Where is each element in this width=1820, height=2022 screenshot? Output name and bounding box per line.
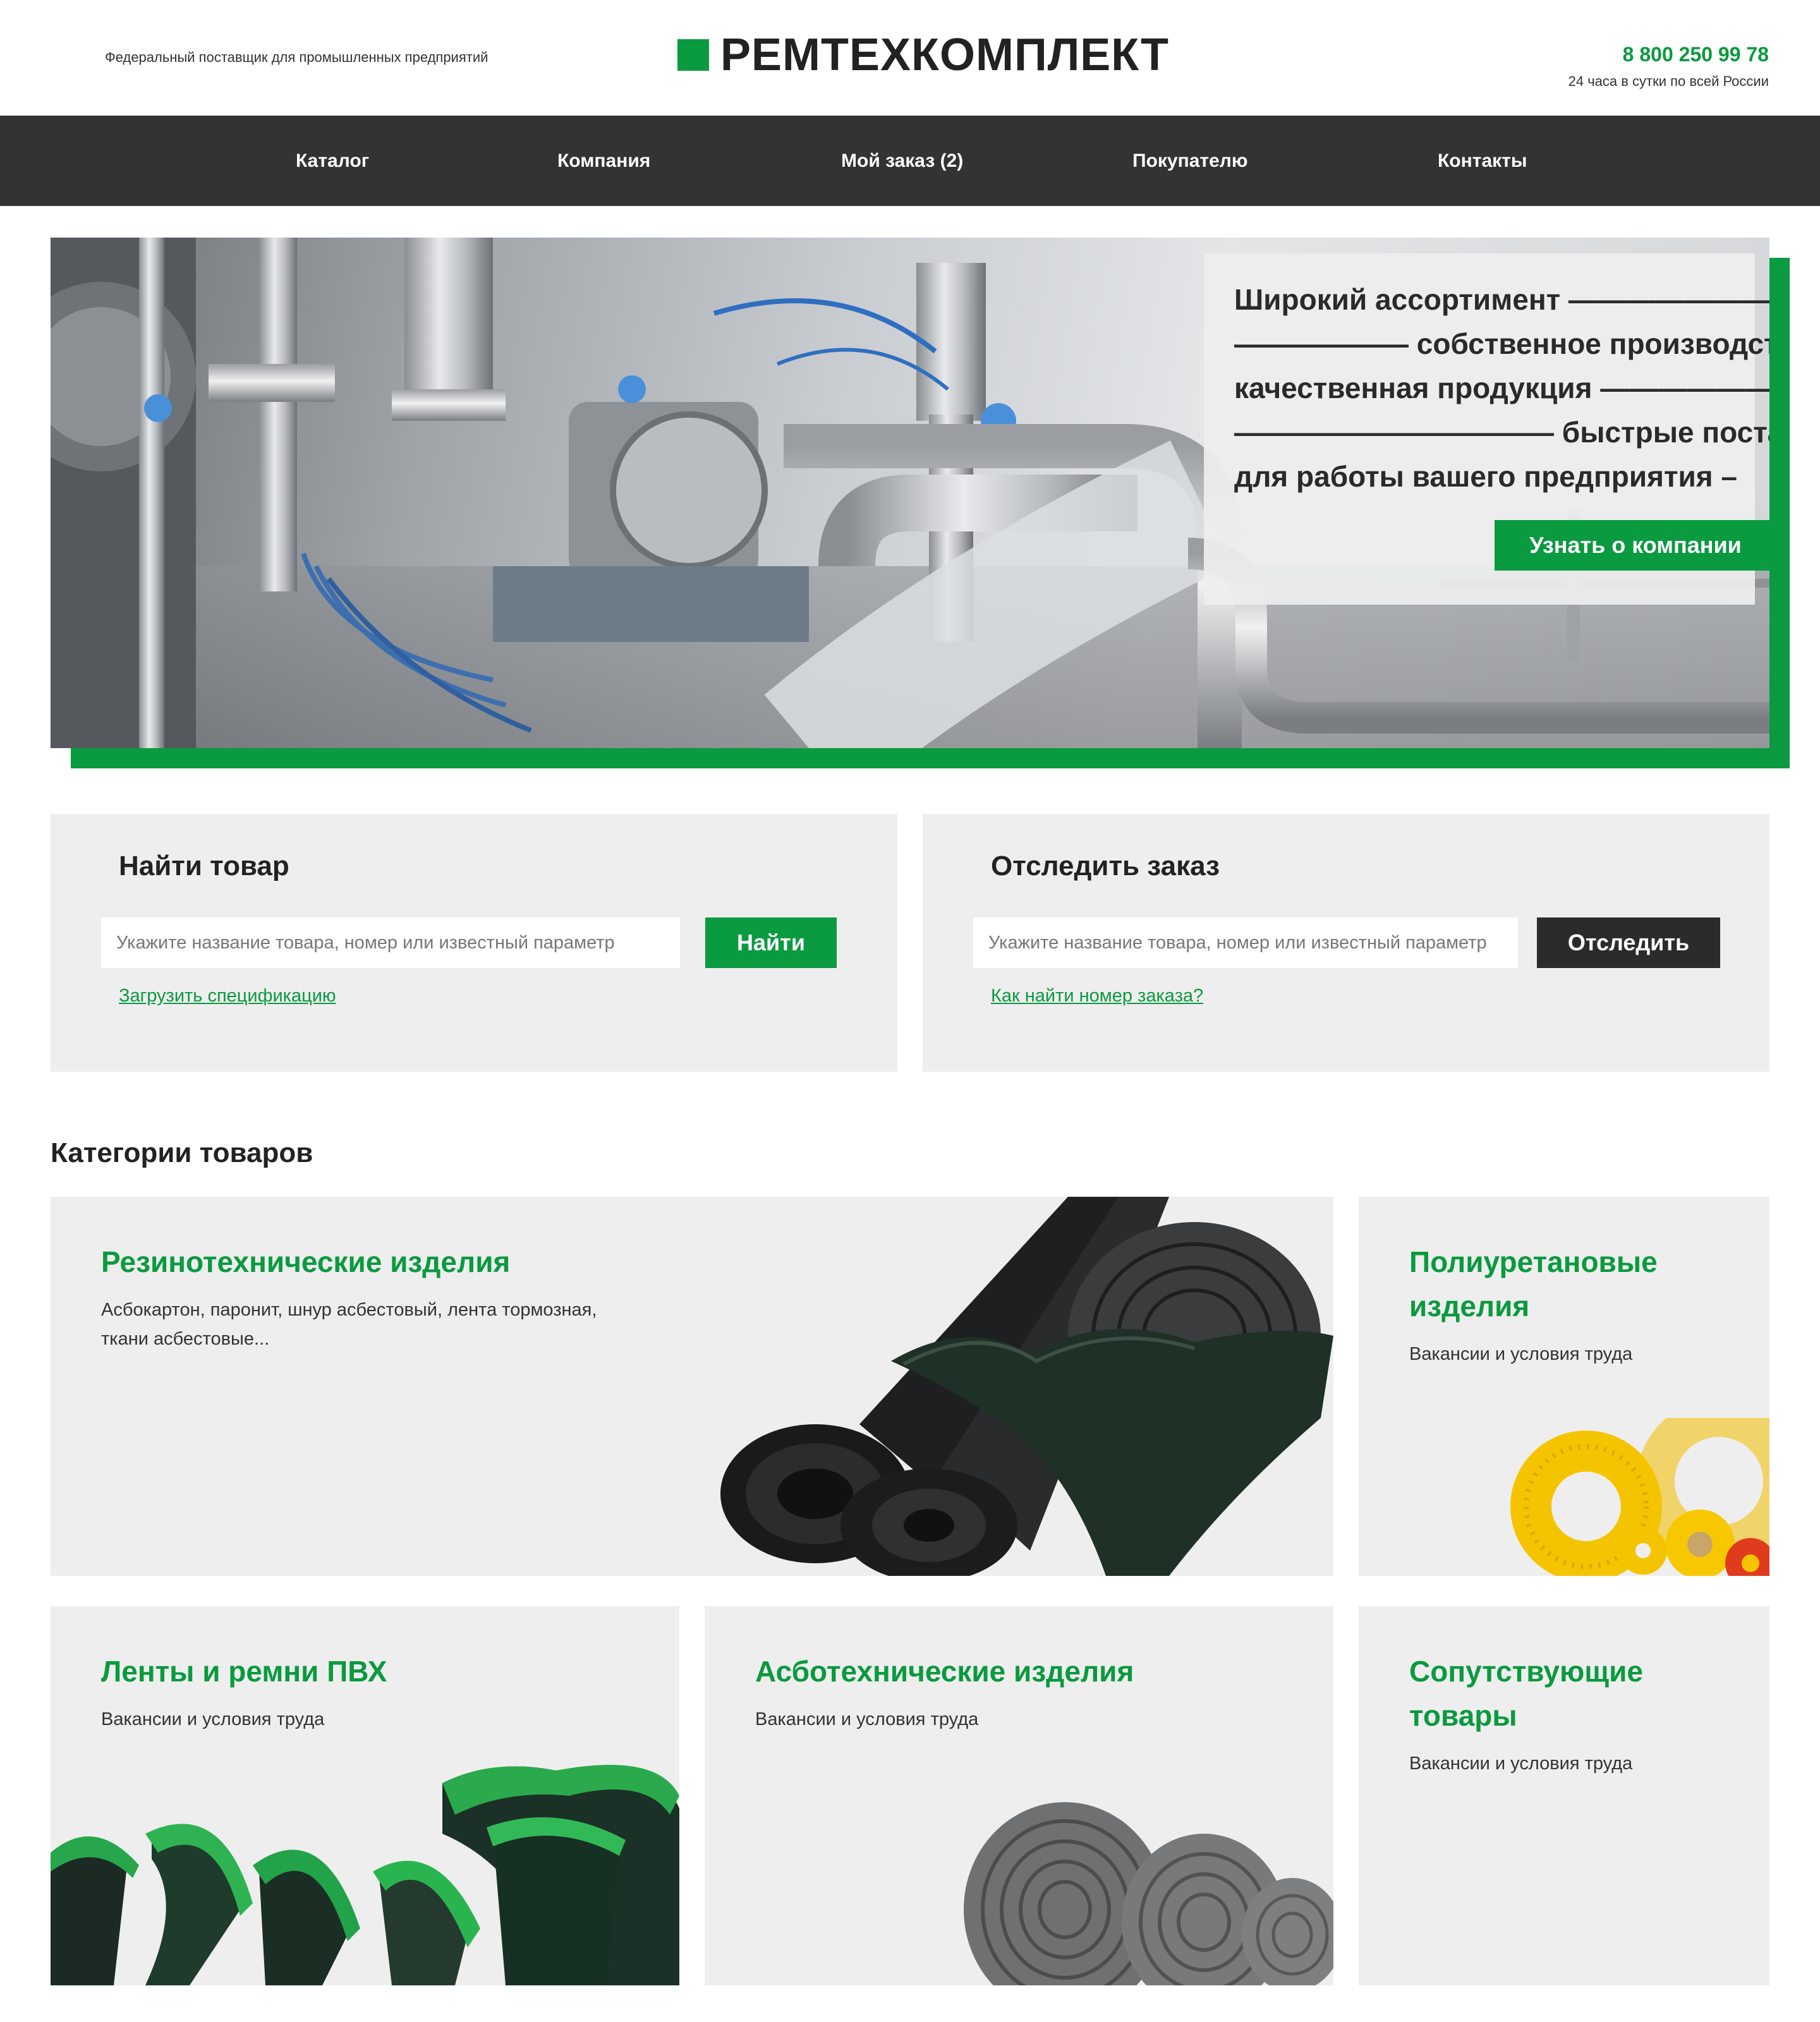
track-order-box: Отследить заказ Отследить Как найти номе… <box>923 814 1769 1072</box>
hero-line-3: качественная продукция ———————— <box>1234 372 1769 404</box>
main-nav: Каталог Компания Мой заказ (2) Покупател… <box>0 116 1820 206</box>
nav-item-company[interactable]: Компания <box>557 116 650 206</box>
site-logo[interactable]: РЕМТЕХКОМПЛЕКТ <box>677 30 1169 80</box>
hero-line-4: ——————————— быстрые поставки <box>1234 416 1769 449</box>
pvc-belts-image <box>51 1765 679 1985</box>
polyurethane-parts-image <box>1510 1418 1769 1576</box>
category-card-rubber[interactable]: Резинотехнические изделия Асбокартон, па… <box>51 1197 1333 1576</box>
asbestos-rolls-image <box>964 1802 1333 1985</box>
find-product-title: Найти товар <box>119 851 289 881</box>
hero-line-5: для работы вашего предприятия – <box>1234 460 1737 493</box>
logo-text: РЕМТЕХКОМПЛЕКТ <box>720 30 1169 80</box>
hero-line-1: Широкий ассортимент ————————— <box>1234 283 1769 316</box>
category-desc: Вакансии и условия труда <box>101 1709 325 1729</box>
category-title: Резинотехнические изделия <box>101 1245 511 1278</box>
find-product-box: Найти товар Найти Загрузить спецификацию <box>51 814 897 1072</box>
categories-title: Категории товаров <box>51 1137 313 1168</box>
category-desc: Вакансии и условия труда <box>755 1709 979 1729</box>
category-card-polyurethane[interactable]: Полиуретановые изделия Вакансии и услови… <box>1359 1197 1769 1576</box>
category-desc: Вакансии и условия труда <box>1409 1344 1633 1364</box>
hero-line-2: —————— собственное производство <box>1234 327 1769 360</box>
logo-square-icon <box>677 39 709 71</box>
category-desc-line-1: Асбокартон, паронит, шнур асбестовый, ле… <box>101 1300 597 1320</box>
site-header: Федеральный поставщик для промышленных п… <box>0 0 1820 116</box>
header-phone-note: 24 часа в сутки по всей России <box>1568 73 1769 89</box>
hero-banner: Широкий ассортимент ————————— —————— соб… <box>51 238 1769 748</box>
category-title: Асботехнические изделия <box>755 1655 1134 1688</box>
order-search-input[interactable] <box>973 917 1518 968</box>
hero-text-panel: Широкий ассортимент ————————— —————— соб… <box>1204 253 1769 605</box>
nav-item-catalog[interactable]: Каталог <box>296 116 369 206</box>
product-search-input[interactable] <box>101 917 680 968</box>
track-button[interactable]: Отследить <box>1537 917 1720 968</box>
category-title-line-1: Сопутствующие <box>1409 1655 1643 1688</box>
find-order-number-link[interactable]: Как найти номер заказа? <box>991 986 1203 1007</box>
category-title-line-1: Полиуретановые <box>1409 1245 1658 1278</box>
category-card-pvc-belts[interactable]: Ленты и ремни ПВХ Вакансии и условия тру… <box>51 1606 679 1985</box>
category-title-line-2: товары <box>1409 1699 1517 1732</box>
header-tagline: Федеральный поставщик для промышленных п… <box>105 49 488 65</box>
find-button[interactable]: Найти <box>705 917 837 968</box>
category-card-related-goods[interactable]: Сопутствующие товары Вакансии и условия … <box>1359 1606 1769 1985</box>
upload-spec-link[interactable]: Загрузить спецификацию <box>119 986 336 1007</box>
category-title: Ленты и ремни ПВХ <box>101 1655 387 1688</box>
track-order-title: Отследить заказ <box>991 851 1220 881</box>
header-phone[interactable]: 8 800 250 99 78 <box>1623 43 1769 66</box>
nav-item-my-order[interactable]: Мой заказ (2) <box>841 116 963 206</box>
category-title-line-2: изделия <box>1409 1290 1530 1323</box>
nav-item-contacts[interactable]: Контакты <box>1438 116 1527 206</box>
rubber-rolls-image <box>720 1197 1333 1576</box>
category-card-asbestos[interactable]: Асботехнические изделия Вакансии и услов… <box>705 1606 1333 1985</box>
category-desc-line-2: ткани асбестовые... <box>101 1329 270 1349</box>
nav-item-buyer[interactable]: Покупателю <box>1132 116 1247 206</box>
about-company-button[interactable]: Узнать о компании <box>1495 520 1769 571</box>
category-desc: Вакансии и условия труда <box>1409 1753 1633 1774</box>
